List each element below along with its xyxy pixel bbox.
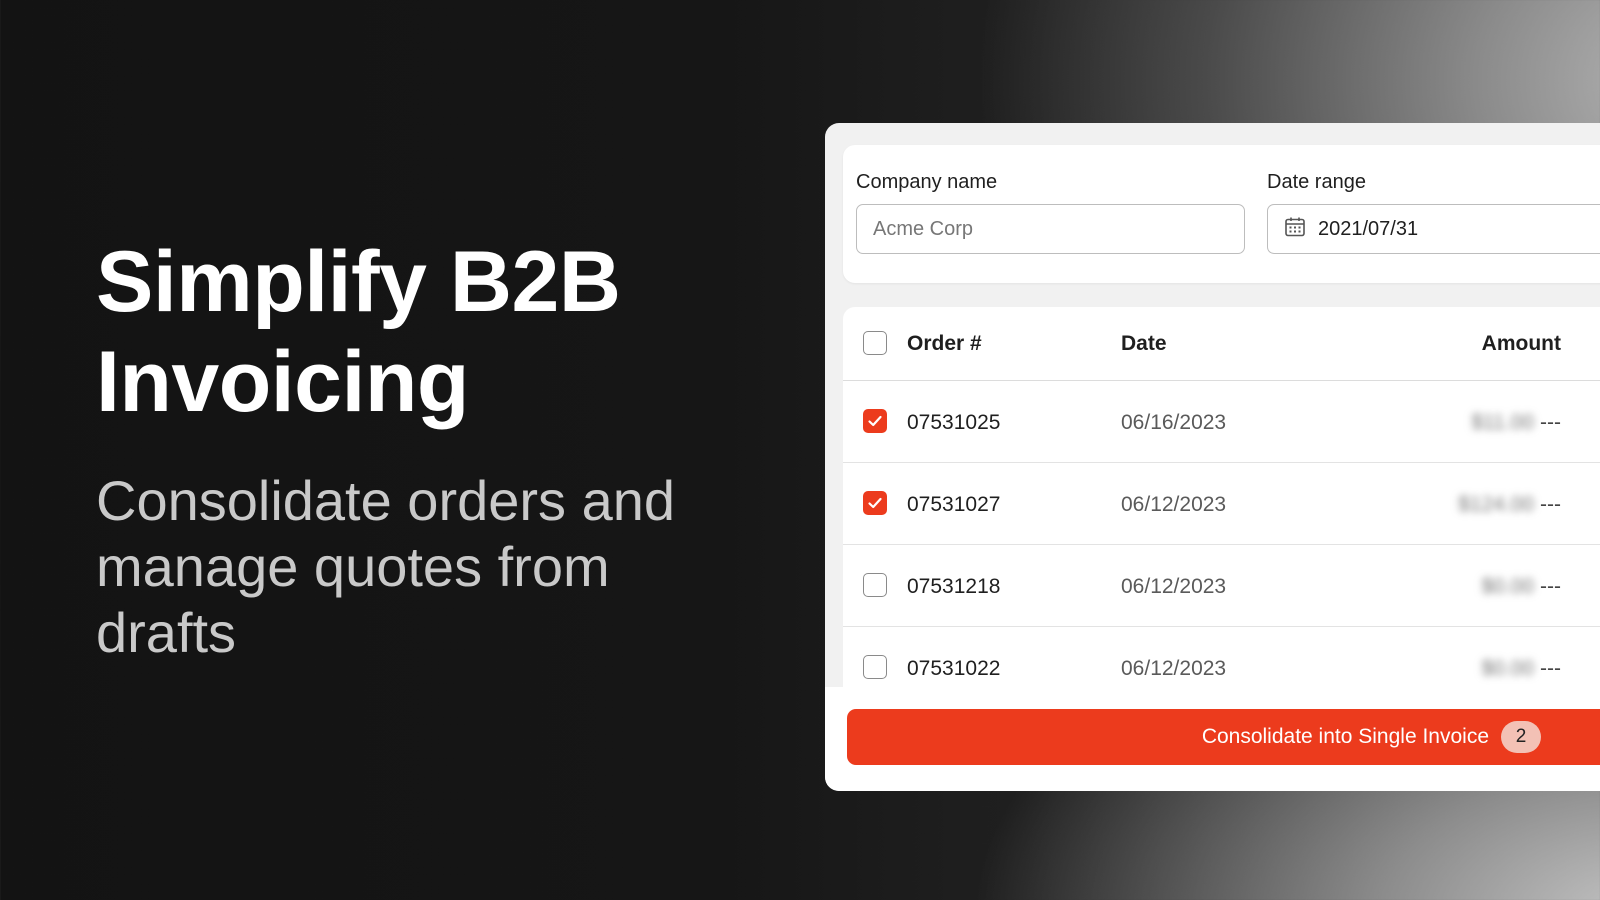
table-row[interactable]: 07531022 06/12/2023 $0.00 --- (843, 627, 1600, 687)
row-date: 06/12/2023 (1121, 657, 1227, 680)
hero-title-line-2: Invoicing (96, 334, 469, 430)
table-header-row: Order # Date Amount (843, 307, 1600, 381)
row-amount-suffix: --- (1540, 575, 1561, 598)
select-all-checkbox[interactable] (863, 331, 887, 355)
header-date: Date (1121, 332, 1167, 355)
table-row[interactable]: 07531027 06/12/2023 $124.00 --- (843, 463, 1600, 545)
date-range-input[interactable]: 2021/07/31 (1267, 204, 1600, 254)
row-amount: $11.00 --- (1471, 411, 1561, 435)
selected-count-badge: 2 (1501, 721, 1541, 753)
row-order-number: 07531025 (907, 411, 1001, 434)
row-amount-blurred: $11.00 (1471, 411, 1535, 434)
consolidate-button-label: Consolidate into Single Invoice (1201, 725, 1489, 748)
filters-card: Company name Date range (843, 145, 1600, 283)
row-amount: $0.00 --- (1481, 575, 1561, 599)
hero-subtitle: Consolidate orders and manage quotes fro… (96, 469, 676, 664)
company-input[interactable] (856, 204, 1245, 254)
table-row[interactable]: 07531025 06/16/2023 $11.00 --- (843, 381, 1600, 463)
row-amount-blurred: $124.00 (1458, 493, 1535, 516)
date-range-label: Date range (1267, 171, 1366, 193)
table-row[interactable]: 07531218 06/12/2023 $0.00 --- (843, 545, 1600, 627)
hero-title-line-1: Simplify B2B (96, 234, 621, 330)
row-order-number: 07531022 (907, 657, 1001, 680)
calendar-icon (1284, 216, 1306, 243)
row-order-number: 07531027 (907, 493, 1001, 516)
row-amount: $0.00 --- (1481, 657, 1561, 681)
hero-title: Simplify B2B Invoicing (96, 232, 736, 432)
company-label: Company name (856, 171, 998, 193)
panel-footer: Consolidate into Single Invoice 2 (825, 687, 1600, 791)
orders-table: Order # Date Amount 07531025 06/16/2023 … (843, 307, 1600, 687)
header-order: Order # (907, 332, 982, 355)
row-amount-suffix: --- (1540, 493, 1561, 516)
row-date: 06/12/2023 (1121, 575, 1227, 598)
row-checkbox-checked[interactable] (863, 491, 887, 515)
row-date: 06/12/2023 (1121, 493, 1227, 516)
row-order-number: 07531218 (907, 575, 1001, 598)
consolidate-invoice-button[interactable]: Consolidate into Single Invoice 2 (847, 709, 1600, 765)
invoice-panel: Company name Date range (825, 123, 1600, 791)
company-field: Company name (856, 171, 1245, 254)
row-amount-blurred: $0.00 (1481, 657, 1535, 680)
row-amount-suffix: --- (1540, 411, 1561, 434)
row-checkbox[interactable] (863, 573, 887, 597)
checkmark-icon (868, 415, 882, 427)
row-date: 06/16/2023 (1121, 411, 1227, 434)
hero-section: Simplify B2B Invoicing Consolidate order… (96, 232, 736, 666)
row-amount-blurred: $0.00 (1481, 575, 1535, 598)
date-range-field: Date range 2021/07/31 (1267, 171, 1600, 254)
header-amount: Amount (1481, 332, 1561, 355)
row-checkbox[interactable] (863, 655, 887, 679)
row-checkbox-checked[interactable] (863, 409, 887, 433)
row-amount-suffix: --- (1540, 657, 1561, 680)
checkmark-icon (868, 497, 882, 509)
row-amount: $124.00 --- (1458, 493, 1561, 517)
date-range-value: 2021/07/31 (1318, 217, 1419, 240)
